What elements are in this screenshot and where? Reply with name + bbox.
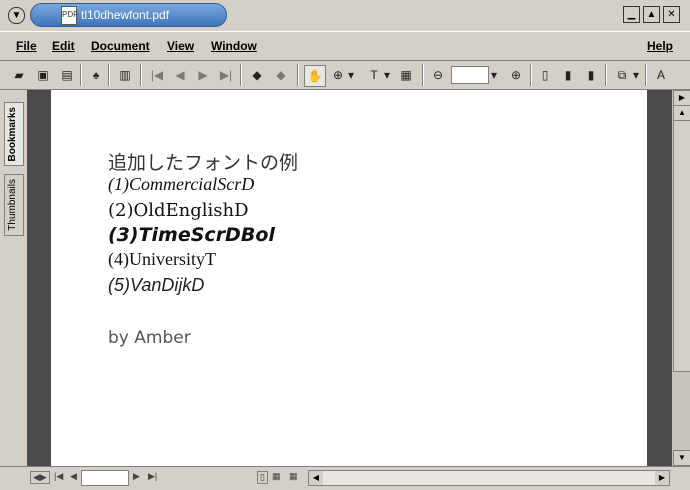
chevron-down-icon[interactable]: ▾ [382, 65, 392, 85]
last-page-icon[interactable]: ▶| [148, 471, 157, 482]
zoom-input[interactable] [451, 66, 489, 84]
graphics-select-icon[interactable]: ▦ [396, 65, 416, 85]
zoom-in-tool-icon[interactable]: ⊕ [328, 65, 348, 85]
show-hide-navigation-icon[interactable]: ▥ [115, 65, 135, 85]
window-title-tab: PDF tl10dhewfont.pdf [30, 3, 227, 27]
toggle-pane-icon[interactable]: ◀▶ [30, 471, 50, 484]
continuous-icon[interactable]: ▦ [272, 471, 281, 482]
open-icon[interactable]: ▰ [9, 65, 29, 85]
acrobat-logo-icon: A [656, 68, 665, 82]
menu-file[interactable]: File [16, 39, 37, 53]
zoom-in-icon[interactable]: ⊕ [506, 65, 526, 85]
font-sample-2: (2)OldEnglishD [108, 200, 249, 221]
font-sample-1: (1)CommercialScrD [108, 174, 255, 194]
menu-bar: File Edit Document View Window Help [0, 31, 690, 61]
scroll-up-icon[interactable]: ▲ [673, 105, 690, 121]
save-icon[interactable]: ▣ [33, 65, 53, 85]
continuous-facing-icon[interactable]: ▦ [289, 471, 298, 482]
scroll-down-icon[interactable]: ▼ [673, 450, 690, 466]
title-bar: ▼ PDF tl10dhewfont.pdf ▁ ▲ ✕ [0, 0, 690, 30]
previous-page-icon[interactable]: ◀ [70, 471, 77, 482]
scroll-thumb[interactable] [673, 120, 690, 372]
previous-page-icon[interactable]: ◀ [170, 65, 190, 85]
tab-thumbnails-label: Thumbnails [7, 179, 18, 231]
go-back-icon[interactable]: ◆ [247, 65, 267, 85]
scroll-left-icon[interactable]: ◀ [309, 471, 323, 485]
chevron-down-icon[interactable]: ▾ [346, 65, 356, 85]
last-page-icon[interactable]: ▶| [216, 65, 236, 85]
scroll-right-icon[interactable]: ▶ [655, 471, 669, 485]
find-icon[interactable]: ♠ [86, 65, 106, 85]
font-sample-3: (3)TimeScrDBol [108, 224, 275, 246]
first-page-icon[interactable]: |◀ [147, 65, 167, 85]
vertical-scrollbar[interactable]: ▶ ▲ ▼ [672, 90, 690, 466]
chevron-down-icon[interactable]: ▾ [631, 65, 641, 85]
menu-view[interactable]: View [167, 39, 194, 53]
page-heading: 追加したフォントの例 [108, 152, 299, 174]
tab-bookmarks-label: Bookmarks [7, 107, 18, 162]
tab-bookmarks[interactable]: Bookmarks [4, 102, 24, 167]
maximize-icon[interactable]: ▲ [643, 6, 660, 23]
tab-thumbnails[interactable]: Thumbnails [4, 174, 24, 236]
print-icon[interactable]: ▤ [57, 65, 77, 85]
next-page-icon[interactable]: ▶ [133, 471, 140, 482]
navigation-pane-tabs: Bookmarks Thumbnails [0, 90, 27, 466]
horizontal-scrollbar[interactable]: ◀ ▶ [308, 470, 670, 486]
minimize-icon[interactable]: ▁ [623, 6, 640, 23]
menu-document[interactable]: Document [91, 39, 150, 53]
close-icon[interactable]: ✕ [663, 6, 680, 23]
status-bar: ◀▶ |◀ ◀ ▶ ▶| ▯ ▦ ▦ ◀ ▶ [0, 466, 690, 490]
rotate-view-icon[interactable]: ⧉ [612, 65, 632, 85]
page-number-input[interactable] [81, 470, 129, 486]
window-title: tl10dhewfont.pdf [81, 8, 170, 22]
scroll-right-icon[interactable]: ▶ [673, 90, 690, 106]
fit-width-icon[interactable]: ▮ [581, 65, 601, 85]
font-sample-4: (4)UniversityT [108, 249, 216, 269]
fit-page-icon[interactable]: ▮ [558, 65, 578, 85]
actual-size-icon[interactable]: ▯ [535, 65, 555, 85]
text-select-tool-icon[interactable]: T [364, 65, 384, 85]
first-page-icon[interactable]: |◀ [54, 471, 63, 482]
go-forward-icon[interactable]: ◆ [271, 65, 291, 85]
hand-tool-icon[interactable]: ✋ [304, 65, 326, 87]
single-page-icon[interactable]: ▯ [257, 471, 268, 484]
author-line: by Amber [108, 328, 191, 348]
pdf-page: 追加したフォントの例 (1)CommercialScrD (2)OldEngli… [51, 90, 647, 466]
next-page-icon[interactable]: ▶ [193, 65, 213, 85]
menu-icon[interactable]: ▼ [8, 7, 25, 24]
menu-help[interactable]: Help [647, 39, 673, 53]
zoom-dropdown-chevron-down-icon[interactable]: ▾ [488, 65, 500, 85]
zoom-out-icon[interactable]: ⊖ [428, 65, 448, 85]
menu-window[interactable]: Window [211, 39, 257, 53]
menu-edit[interactable]: Edit [52, 39, 75, 53]
toolbar: ▰ ▣ ▤ ♠ ▥ |◀ ◀ ▶ ▶| ◆ ◆ ✋ ⊕ ▾ T ▾ ▦ ⊖ ▾ … [0, 61, 690, 90]
font-sample-5: (5)VanDijkD [108, 275, 205, 295]
pdf-file-icon: PDF [61, 6, 78, 25]
